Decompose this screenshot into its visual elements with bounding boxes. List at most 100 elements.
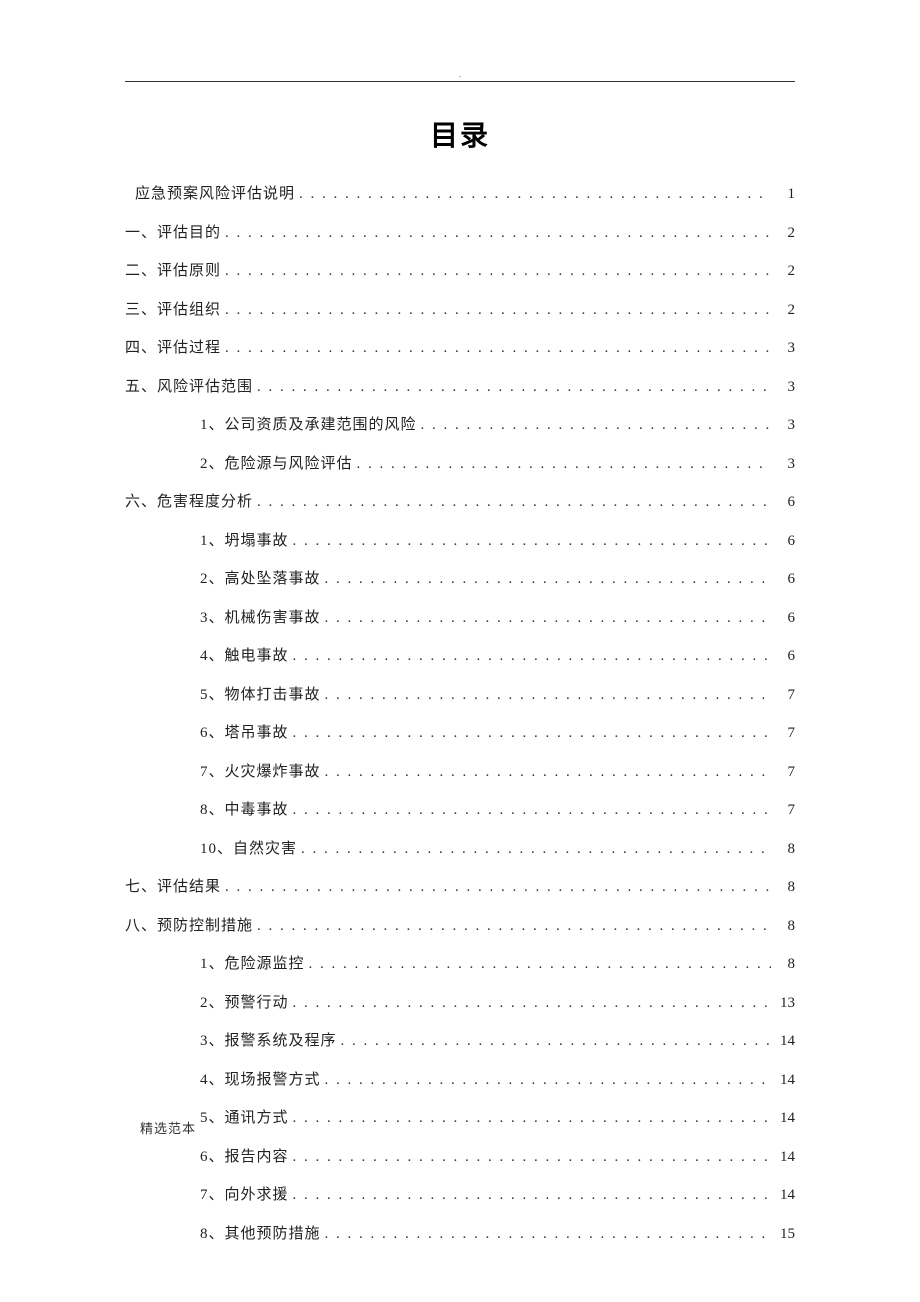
toc-leader-dots	[293, 1187, 771, 1204]
toc-label: 二、评估原则	[125, 259, 221, 280]
toc-label: 2、高处坠落事故	[200, 567, 321, 588]
toc-leader-dots	[325, 764, 771, 781]
toc-label: 7、火灾爆炸事故	[200, 760, 321, 781]
toc-label: 应急预案风险评估说明	[135, 182, 295, 203]
toc-entry: 七、评估结果 8	[125, 875, 795, 896]
toc-page-number: 8	[775, 918, 795, 935]
toc-page-number: 6	[775, 533, 795, 550]
toc-page-number: 2	[775, 302, 795, 319]
toc-entry: 2、预警行动13	[125, 991, 795, 1012]
toc-page-number: 3	[775, 456, 795, 473]
toc-entry: 4、触电事故6	[125, 644, 795, 665]
toc-page-number: 2	[775, 225, 795, 242]
toc-entry: 7、火灾爆炸事故 7	[125, 760, 795, 781]
toc-entry: 8、其他预防措施 15	[125, 1222, 795, 1243]
toc-leader-dots	[325, 687, 771, 704]
toc-leader-dots	[225, 340, 771, 357]
toc-entry: 4、现场报警方式 14	[125, 1068, 795, 1089]
header-rule	[125, 81, 795, 82]
page-title: 目录	[125, 114, 795, 154]
toc-page-number: 7	[775, 687, 795, 704]
toc-page-number: 7	[775, 802, 795, 819]
toc-label: 四、评估过程	[125, 336, 221, 357]
toc-leader-dots	[293, 533, 771, 550]
toc-page-number: 14	[775, 1072, 795, 1089]
toc-entry: 六、危害程度分析6	[125, 490, 795, 511]
toc-label: 8、其他预防措施	[200, 1222, 321, 1243]
toc-entry: 1、危险源监控8	[125, 952, 795, 973]
toc-leader-dots	[257, 494, 771, 511]
toc-page-number: 3	[775, 340, 795, 357]
toc-label: 6、塔吊事故	[200, 721, 289, 742]
toc-page-number: 14	[775, 1033, 795, 1050]
footer-text: 精选范本	[140, 1118, 196, 1137]
toc-leader-dots	[225, 302, 771, 319]
toc-leader-dots	[293, 802, 771, 819]
toc-page-number: 1	[775, 186, 795, 203]
toc-label: 8、中毒事故	[200, 798, 289, 819]
toc-entry: 1、公司资质及承建范围的风险 3	[125, 413, 795, 434]
toc-leader-dots	[257, 918, 771, 935]
toc-entry: 五、风险评估范围 3	[125, 375, 795, 396]
toc-label: 1、公司资质及承建范围的风险	[200, 413, 417, 434]
toc-entry: 6、报告内容 14	[125, 1145, 795, 1166]
toc-page-number: 6	[775, 648, 795, 665]
toc-page-number: 6	[775, 571, 795, 588]
toc-page-number: 7	[775, 725, 795, 742]
toc-leader-dots	[325, 610, 771, 627]
toc-page-number: 8	[775, 879, 795, 896]
toc-leader-dots	[293, 1149, 771, 1166]
toc-entry: 四、评估过程 3	[125, 336, 795, 357]
toc-page-number: 3	[775, 379, 795, 396]
toc-entry: 8、中毒事故 7	[125, 798, 795, 819]
toc-label: 2、预警行动	[200, 991, 289, 1012]
toc-label: 10、自然灾害	[200, 837, 297, 858]
toc-leader-dots	[357, 456, 771, 473]
toc-entry: 3、机械伤害事故6	[125, 606, 795, 627]
toc-page-number: 8	[775, 956, 795, 973]
toc-entry: 3、报警系统及程序 14	[125, 1029, 795, 1050]
toc-leader-dots	[293, 725, 771, 742]
toc-leader-dots	[293, 648, 771, 665]
toc-page-number: 7	[775, 764, 795, 781]
toc-entry: 三、评估组织2	[125, 298, 795, 319]
toc-page-number: 8	[775, 841, 795, 858]
toc-entry: 1、坍塌事故 6	[125, 529, 795, 550]
toc-label: 五、风险评估范围	[125, 375, 253, 396]
toc-page-number: 6	[775, 610, 795, 627]
toc-label: 6、报告内容	[200, 1145, 289, 1166]
toc-label: 八、预防控制措施	[125, 914, 253, 935]
toc-leader-dots	[301, 841, 771, 858]
toc-leader-dots	[341, 1033, 771, 1050]
toc-leader-dots	[325, 1072, 771, 1089]
toc-label: 4、现场报警方式	[200, 1068, 321, 1089]
toc-label: 3、报警系统及程序	[200, 1029, 337, 1050]
toc-page-number: 14	[775, 1149, 795, 1166]
toc-leader-dots	[293, 1110, 771, 1127]
toc-entry: 八、预防控制措施 8	[125, 914, 795, 935]
toc-page-number: 2	[775, 263, 795, 280]
header-mark: .	[125, 70, 795, 79]
toc-leader-dots	[225, 225, 771, 242]
toc-label: 1、坍塌事故	[200, 529, 289, 550]
toc-entry: 7、向外求援14	[125, 1183, 795, 1204]
toc-page-number: 3	[775, 417, 795, 434]
toc-entry: 二、评估原则 2	[125, 259, 795, 280]
toc-leader-dots	[257, 379, 771, 396]
toc-leader-dots	[299, 186, 771, 203]
toc-label: 7、向外求援	[200, 1183, 289, 1204]
toc-leader-dots	[225, 263, 771, 280]
toc-leader-dots	[225, 879, 771, 896]
toc-entry: 一、评估目的2	[125, 221, 795, 242]
toc-entry: 10、自然灾害 8	[125, 837, 795, 858]
toc-label: 七、评估结果	[125, 875, 221, 896]
toc-entry: 5、物体打击事故 7	[125, 683, 795, 704]
table-of-contents: 应急预案风险评估说明1一、评估目的2二、评估原则2三、评估组织2四、评估过程3五…	[125, 182, 795, 1243]
toc-leader-dots	[325, 571, 771, 588]
toc-label: 5、物体打击事故	[200, 683, 321, 704]
toc-label: 5、通讯方式	[200, 1106, 289, 1127]
toc-page-number: 6	[775, 494, 795, 511]
toc-entry: 应急预案风险评估说明 1	[125, 182, 795, 203]
toc-entry: 2、高处坠落事故 6	[125, 567, 795, 588]
toc-page-number: 15	[775, 1226, 795, 1243]
